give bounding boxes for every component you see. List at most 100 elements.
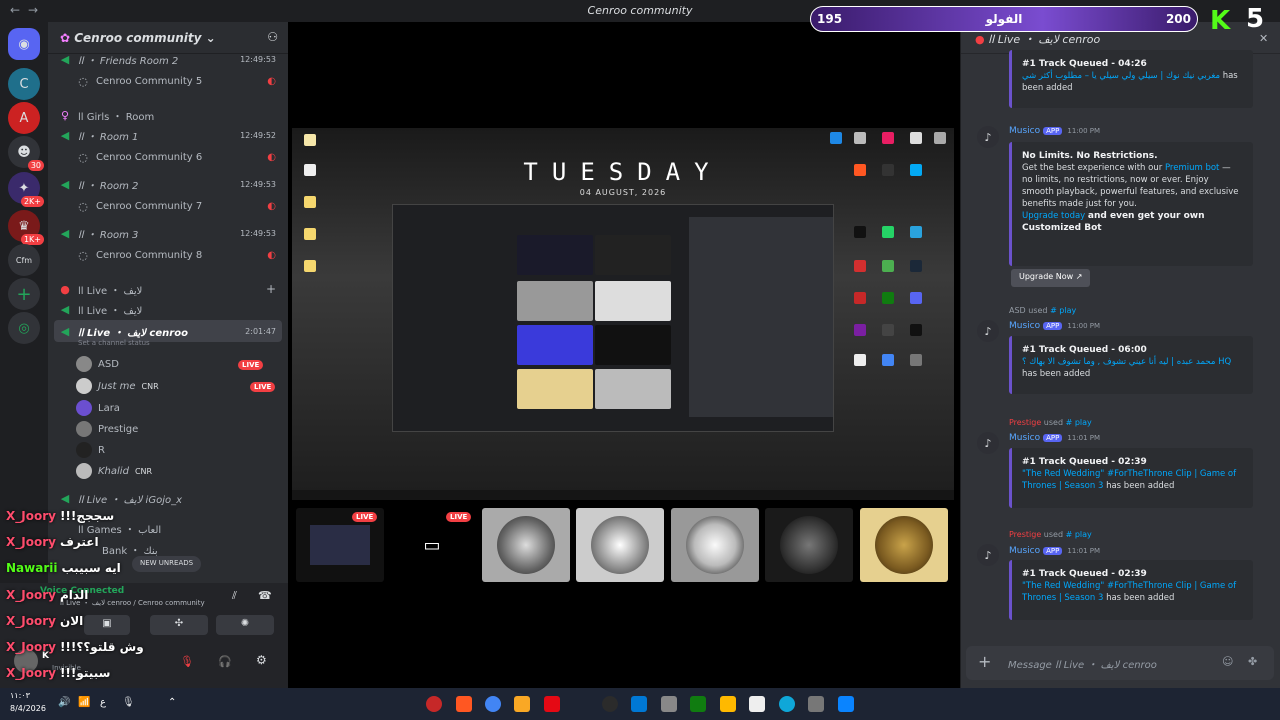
- disconnect-icon[interactable]: ☎: [258, 589, 272, 602]
- settings-gear-icon[interactable]: ⚙: [256, 653, 267, 667]
- discord-home-icon[interactable]: ◉: [8, 28, 40, 60]
- participant-tile[interactable]: [860, 508, 948, 582]
- add-member-icon[interactable]: ⚇: [267, 30, 278, 44]
- volume-icon[interactable]: 🔊: [58, 697, 70, 708]
- participant-tile[interactable]: [671, 508, 759, 582]
- track-link[interactable]: مغربي نيك نوك | سيلي ولي سيلي يا – مطلوب…: [1022, 71, 1220, 81]
- command-name[interactable]: # play: [1066, 530, 1092, 539]
- voice-member[interactable]: Just me CNR: [76, 376, 159, 396]
- new-unreads-pill[interactable]: NEW UNREADS: [132, 556, 202, 572]
- voice-channel[interactable]: ◀ اا ・ Room 2 12:49:53: [48, 173, 288, 195]
- app-icon[interactable]: [882, 132, 894, 144]
- activities-button[interactable]: ✣: [150, 615, 208, 635]
- soundboard-button[interactable]: ✺: [216, 615, 274, 635]
- chrome-icon[interactable]: [485, 696, 501, 712]
- telegram-icon[interactable]: [910, 226, 922, 238]
- voice-channel[interactable]: ◌ Cenroo Community 6 ◐: [48, 146, 288, 168]
- app-icon[interactable]: [661, 696, 677, 712]
- tiktok-icon[interactable]: [854, 226, 866, 238]
- bot-name-row[interactable]: Musico APP 11:01 PM: [1009, 433, 1100, 443]
- server-icon[interactable]: C: [8, 68, 40, 100]
- chrome-icon[interactable]: [882, 354, 894, 366]
- channel-status[interactable]: Set a channel status: [48, 336, 288, 350]
- file-icon[interactable]: [304, 134, 316, 146]
- bot-avatar[interactable]: ♪: [977, 126, 999, 148]
- bot-name-row[interactable]: Musico APP 11:00 PM: [1009, 321, 1100, 331]
- bot-name-row[interactable]: Musico APP 11:01 PM: [1009, 546, 1100, 556]
- voice-channel[interactable]: ◌ Cenroo Community 7 ◐: [48, 195, 288, 217]
- steam-icon[interactable]: [910, 260, 922, 272]
- server-icon[interactable]: ♛ 1K+: [8, 210, 44, 245]
- app-icon[interactable]: [882, 324, 894, 336]
- voice-member[interactable]: R: [76, 440, 105, 460]
- brave-icon[interactable]: [854, 164, 866, 176]
- app-icon[interactable]: [910, 324, 922, 336]
- bot-avatar[interactable]: ♪: [977, 320, 999, 342]
- chevron-up-icon[interactable]: ⌃: [168, 697, 176, 708]
- voice-member[interactable]: Khalid CNR: [76, 461, 152, 481]
- whatsapp-icon[interactable]: [882, 226, 894, 238]
- app-icon[interactable]: [910, 132, 922, 144]
- app-icon[interactable]: [631, 696, 647, 712]
- language-indicator[interactable]: ع: [100, 697, 106, 708]
- bot-avatar[interactable]: ♪: [977, 432, 999, 454]
- app-icon[interactable]: [602, 696, 618, 712]
- app-icon[interactable]: [854, 132, 866, 144]
- voice-channel[interactable]: ◌ Cenroo Community 8 ◐: [48, 244, 288, 266]
- file-icon[interactable]: [304, 164, 316, 176]
- recycle-bin-icon[interactable]: [934, 132, 946, 144]
- headphones-icon[interactable]: 🎧: [218, 655, 232, 668]
- category-header[interactable]: ● اا Live ・ لايف +: [48, 278, 288, 300]
- upgrade-link[interactable]: Upgrade today: [1022, 211, 1085, 221]
- server-icon[interactable]: Cfm: [8, 244, 40, 276]
- category-header[interactable]: ♀ اا Girls ・ Room: [48, 104, 288, 126]
- app-icon[interactable]: [854, 354, 866, 366]
- xbox-icon[interactable]: [882, 292, 894, 304]
- voice-member[interactable]: ASD: [76, 354, 119, 374]
- windows-start-icon[interactable]: [838, 696, 854, 712]
- voice-member[interactable]: Prestige: [76, 419, 138, 439]
- command-user[interactable]: ASD: [1009, 306, 1026, 315]
- message-input[interactable]: + Message اا Live ・ لايف cenroo ☺ ✤: [966, 646, 1274, 680]
- upgrade-now-button[interactable]: Upgrade Now ↗: [1011, 269, 1091, 287]
- voice-channel[interactable]: ◀ اا Live ・ لايف iGojo_x: [48, 487, 288, 509]
- participant-tile[interactable]: [482, 508, 570, 582]
- participant-tile[interactable]: [576, 508, 664, 582]
- store-icon[interactable]: [749, 696, 765, 712]
- bot-name-row[interactable]: Musico APP 11:00 PM: [1009, 126, 1100, 136]
- app-icon[interactable]: [854, 324, 866, 336]
- microphone-icon[interactable]: 🎙: [122, 697, 135, 708]
- settings-icon[interactable]: [808, 696, 824, 712]
- wifi-icon[interactable]: 📶: [78, 697, 90, 708]
- noise-suppression-icon[interactable]: ⫽: [232, 589, 237, 603]
- mute-mic-icon[interactable]: 🎙: [180, 655, 194, 668]
- discover-icon[interactable]: ◎: [8, 312, 40, 344]
- emoji-icon[interactable]: ☺: [1222, 655, 1233, 668]
- app-icon[interactable]: [882, 164, 894, 176]
- netflix-icon[interactable]: [544, 696, 560, 712]
- participant-tile[interactable]: [765, 508, 853, 582]
- app-icon[interactable]: [426, 696, 442, 712]
- command-name[interactable]: # play: [1066, 418, 1092, 427]
- voice-channel[interactable]: ◀ اا ・ Friends Room 2 12:49:53: [48, 48, 288, 70]
- app-icon[interactable]: [854, 292, 866, 304]
- stream-view[interactable]: TUESDAY 04 AUGUST, 2026: [292, 128, 954, 500]
- voice-channel[interactable]: ◀ اا Live ・ لايف: [48, 298, 288, 320]
- add-server-icon[interactable]: +: [8, 278, 40, 310]
- camera-button[interactable]: ▣: [84, 615, 130, 635]
- clock-date[interactable]: 8/4/2026: [10, 704, 46, 713]
- server-icon[interactable]: A: [8, 102, 40, 134]
- app-icon[interactable]: [830, 132, 842, 144]
- folder-icon[interactable]: [304, 196, 316, 208]
- xbox-icon[interactable]: [690, 696, 706, 712]
- app-icon[interactable]: [854, 260, 866, 272]
- edge-icon[interactable]: [779, 696, 795, 712]
- server-icon[interactable]: ✦ 2K+: [8, 172, 44, 207]
- file-explorer-icon[interactable]: [720, 696, 736, 712]
- bot-avatar[interactable]: ♪: [977, 544, 999, 566]
- folder-icon[interactable]: [304, 260, 316, 272]
- voice-channel[interactable]: ◀ اا ・ Room 3 12:49:53: [48, 222, 288, 244]
- discord-icon[interactable]: [910, 292, 922, 304]
- track-link[interactable]: محمد عبده | ليه أنا عيني تشوف , وما تشوف…: [1022, 357, 1231, 367]
- app-icon[interactable]: [882, 260, 894, 272]
